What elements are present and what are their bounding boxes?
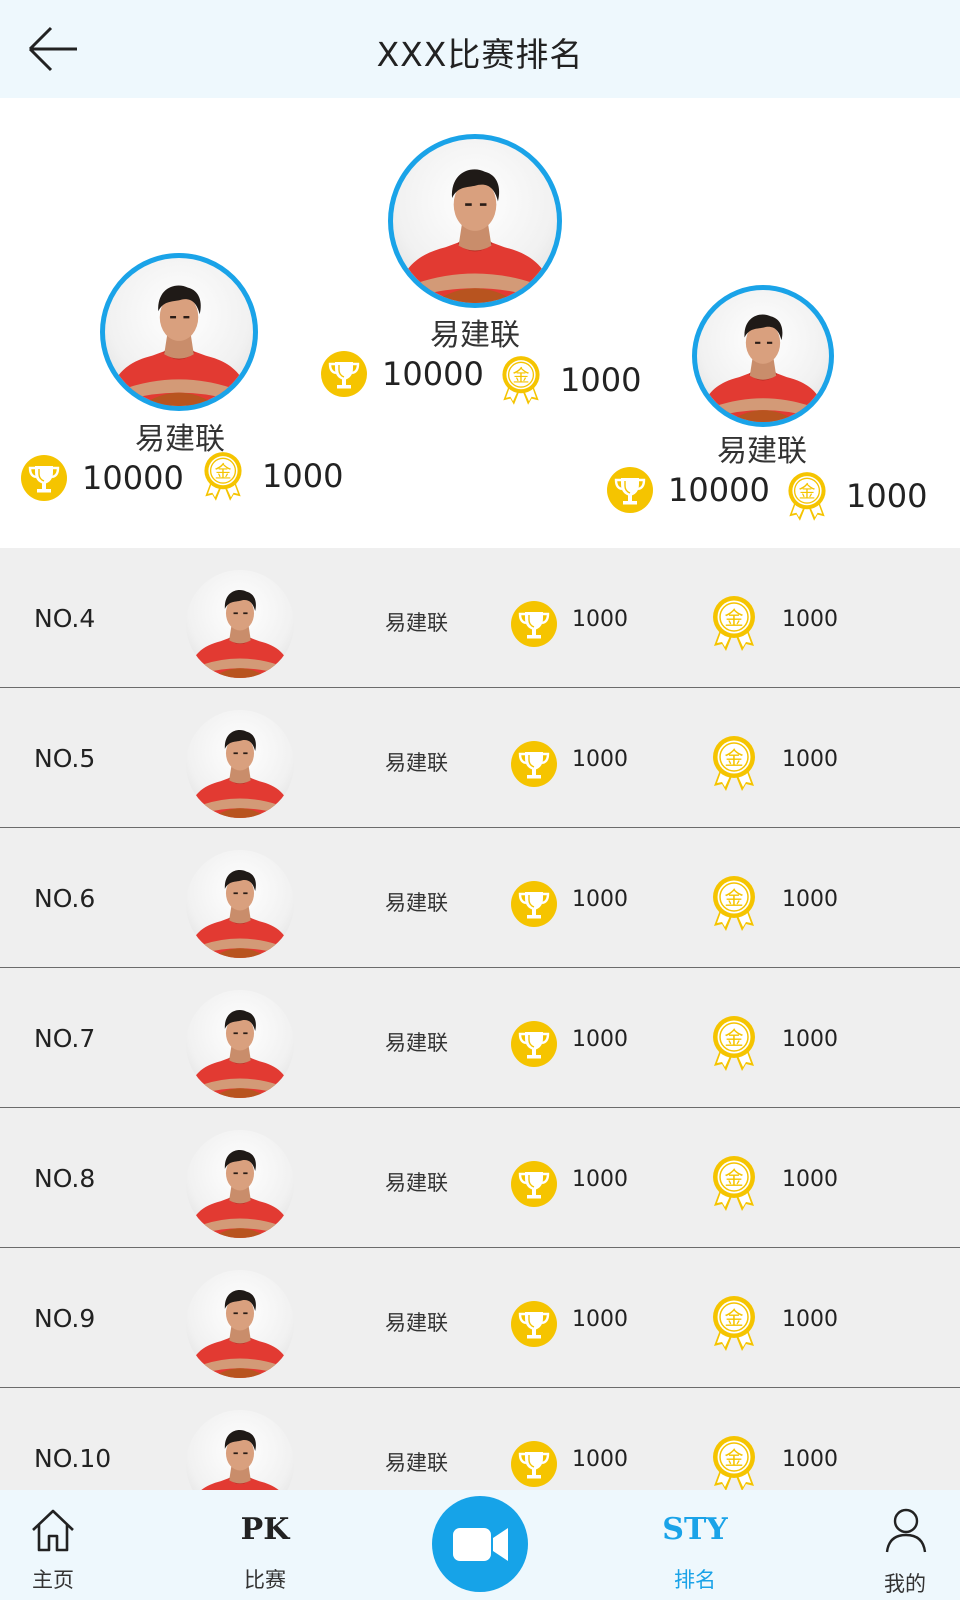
gold-medal-icon	[708, 1014, 760, 1072]
rank-number: NO.10	[34, 1444, 112, 1473]
gold-medal-icon	[708, 734, 760, 792]
user-icon	[885, 1508, 927, 1553]
avatar	[186, 850, 294, 958]
tab-ranking[interactable]: STY 排名	[645, 1490, 745, 1600]
table-row[interactable]: NO.6 易建联 1000 1000	[0, 828, 960, 968]
player-name: 易建联	[385, 611, 448, 635]
podium-player-3[interactable]: 易建联 10000 1000	[600, 98, 960, 548]
rank-number: NO.6	[34, 884, 96, 913]
avatar	[186, 1130, 294, 1238]
gold-count: 1000	[782, 747, 838, 772]
rank-number: NO.8	[34, 1164, 96, 1193]
rank-number: NO.7	[34, 1024, 96, 1053]
player-name: 易建联	[385, 1451, 448, 1475]
trophy-icon	[510, 1300, 558, 1348]
gold-count: 1000	[846, 477, 928, 515]
gold-medal-icon	[784, 470, 830, 522]
gold-medal-icon	[708, 1434, 760, 1490]
table-row[interactable]: NO.5 易建联 1000 1000	[0, 688, 960, 828]
trophy-icon	[20, 454, 68, 502]
podium: 易建联 10000 1000 易建联 10000 1000 易建联 10000 …	[0, 98, 960, 548]
player-name: 易建联	[385, 1311, 448, 1335]
trophy-icon	[510, 740, 558, 788]
table-row[interactable]: NO.10 易建联 1000 1000	[0, 1388, 960, 1490]
video-camera-icon	[453, 1528, 508, 1561]
avatar	[388, 134, 562, 308]
avatar	[186, 710, 294, 818]
trophy-count: 1000	[572, 1447, 628, 1472]
player-name: 易建联	[717, 434, 807, 469]
gold-count: 1000	[782, 1307, 838, 1332]
table-row[interactable]: NO.7 易建联 1000 1000	[0, 968, 960, 1108]
gold-medal-icon	[708, 874, 760, 932]
trophy-icon	[510, 600, 558, 648]
player-name: 易建联	[385, 751, 448, 775]
rank-number: NO.9	[34, 1304, 96, 1333]
table-row[interactable]: NO.9 易建联 1000 1000	[0, 1248, 960, 1388]
trophy-count: 1000	[572, 1027, 628, 1052]
player-name: 易建联	[430, 318, 520, 353]
page-title: XXX比赛排名	[376, 35, 584, 74]
bottom-tab-bar: 主页 PK 比赛 STY 排名 我的	[0, 1490, 960, 1600]
tab-home[interactable]: 主页	[0, 1490, 106, 1600]
tab-label: 我的	[884, 1572, 926, 1596]
pk-icon: PK	[240, 1512, 290, 1547]
rank-number: NO.5	[34, 744, 96, 773]
avatar	[186, 570, 294, 678]
tab-match[interactable]: PK 比赛	[215, 1490, 315, 1600]
sty-icon: STY	[662, 1512, 728, 1547]
avatar	[186, 1410, 294, 1490]
gold-count: 1000	[782, 1447, 838, 1472]
trophy-count: 1000	[572, 607, 628, 632]
player-name: 易建联	[385, 891, 448, 915]
gold-count: 1000	[782, 607, 838, 632]
trophy-count: 10000	[82, 459, 184, 497]
tab-profile[interactable]: 我的	[855, 1490, 955, 1600]
table-row[interactable]: NO.4 易建联 1000 1000	[0, 548, 960, 688]
player-name: 易建联	[385, 1171, 448, 1195]
top-bar: XXX比赛排名	[0, 0, 960, 98]
gold-medal-icon	[200, 450, 246, 502]
ranking-list[interactable]: NO.4 易建联 1000 1000 NO.5 易建联 1000 1000 NO…	[0, 548, 960, 1490]
trophy-icon	[510, 1160, 558, 1208]
trophy-count: 1000	[572, 1307, 628, 1332]
avatar	[100, 253, 258, 411]
avatar	[186, 1270, 294, 1378]
gold-medal-icon	[708, 1294, 760, 1352]
player-name: 易建联	[385, 1031, 448, 1055]
trophy-count: 1000	[572, 887, 628, 912]
gold-medal-icon	[708, 1154, 760, 1212]
trophy-icon	[606, 466, 654, 514]
tab-label: 主页	[32, 1568, 74, 1592]
gold-medal-icon	[498, 354, 544, 406]
trophy-icon	[510, 1440, 558, 1488]
trophy-count: 1000	[572, 747, 628, 772]
video-record-button[interactable]	[432, 1496, 528, 1592]
tab-label: 比赛	[244, 1568, 286, 1592]
rank-number: NO.4	[34, 604, 96, 633]
gold-count: 1000	[782, 1167, 838, 1192]
trophy-count: 10000	[668, 471, 770, 509]
avatar	[186, 990, 294, 1098]
trophy-icon	[510, 1020, 558, 1068]
gold-medal-icon	[708, 594, 760, 652]
gold-count: 1000	[782, 887, 838, 912]
tab-label: 排名	[674, 1568, 716, 1592]
home-icon	[32, 1509, 74, 1552]
table-row[interactable]: NO.8 易建联 1000 1000	[0, 1108, 960, 1248]
avatar	[692, 285, 834, 427]
trophy-count: 1000	[572, 1167, 628, 1192]
trophy-icon	[320, 350, 368, 398]
gold-count: 1000	[782, 1027, 838, 1052]
trophy-icon	[510, 880, 558, 928]
trophy-count: 10000	[382, 355, 484, 393]
